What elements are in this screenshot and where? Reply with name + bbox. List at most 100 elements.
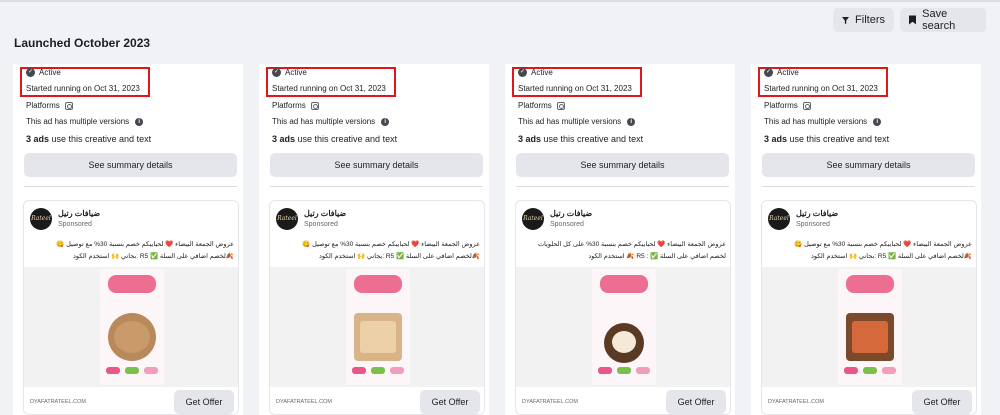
advertiser-avatar[interactable]: Rateel [30,208,52,230]
save-search-button[interactable]: Save search [900,8,986,32]
instagram-icon [802,101,811,110]
poster-badge [863,367,877,374]
see-summary-button[interactable]: See summary details [24,153,237,177]
ads-count: 3 ads [518,134,542,144]
ad-body-text: عروض الجمعة البيضاء ❤️ لحبايبكم خصم بنسب… [522,239,726,263]
food-image-detail [852,321,888,353]
see-summary-button[interactable]: See summary details [762,153,975,177]
platforms-label: Platforms [764,101,798,110]
platforms-row: Platforms [518,101,565,110]
ad-image[interactable] [24,267,238,387]
ad-text-line: عروض الجمعة البيضاء ❤️ لحبايبكم خصم بنسب… [56,241,234,248]
ad-preview[interactable]: Rateel ضيافات رتيل Sponsored عروض الجمعة… [515,200,731,415]
multiple-versions-text: This ad has multiple versions [518,117,622,126]
info-icon[interactable]: i [873,117,882,126]
ad-domain: DYAFATRATEEL.COM [768,399,824,405]
ads-count: 3 ads [26,134,50,144]
poster-image [592,269,656,385]
ad-text-line: 🍂لخصم اضافي على السلة ✅ R5 :بجاني 🙌 استخ… [319,253,480,260]
ad-body-text: عروض الجمعة البيضاء ❤️ لحبايبكم خصم بنسب… [768,239,972,263]
get-offer-button[interactable]: Get Offer [666,390,726,414]
ad-card: ✓ Active Started running on Oct 31, 2023… [259,64,489,415]
save-search-label: Save search [922,8,956,32]
ad-card: ✓ Active Started running on Oct 31, 2023… [505,64,735,415]
top-divider [0,0,1000,2]
get-offer-button[interactable]: Get Offer [174,390,234,414]
status-label: Active [39,68,61,77]
see-summary-button[interactable]: See summary details [270,153,483,177]
poster-badge [390,367,404,374]
advertiser-avatar[interactable]: Rateel [768,208,790,230]
advertiser-name[interactable]: ضيافات رتيل [796,209,838,218]
see-summary-button[interactable]: See summary details [516,153,729,177]
ads-count: 3 ads [272,134,296,144]
ads-count-text: 3 ads use this creative and text [518,134,643,144]
instagram-icon [64,101,73,110]
poster-badge [125,367,139,374]
status-label: Active [777,68,799,77]
ads-suffix: use this creative and text [295,134,398,144]
advertiser-name[interactable]: ضيافات رتيل [550,209,592,218]
poster-badge [371,367,385,374]
ad-text-line: 🍂لخصم اضافي على السلة ✅ R5 :بجاني 🙌 استخ… [811,253,972,260]
poster-badge [617,367,631,374]
poster-badge [106,367,120,374]
poster-heading-shape [846,275,894,293]
ad-text-line: عروض الجمعة البيضاء ❤️ لحبايبكم خصم بنسب… [302,241,480,248]
instagram-icon [310,101,319,110]
food-image-detail [114,321,150,353]
get-offer-button[interactable]: Get Offer [420,390,480,414]
sponsored-label: Sponsored [58,221,92,228]
ads-count-text: 3 ads use this creative and text [272,134,397,144]
poster-image [100,269,164,385]
get-offer-button[interactable]: Get Offer [912,390,972,414]
multiple-versions-row: This ad has multiple versions i [26,117,144,126]
sponsored-label: Sponsored [304,221,338,228]
advertiser-avatar[interactable]: Rateel [276,208,298,230]
filter-icon [842,16,850,24]
started-running-text: Started running on Oct 31, 2023 [518,84,632,93]
ads-suffix: use this creative and text [49,134,152,144]
ads-count-text: 3 ads use this creative and text [26,134,151,144]
ad-image[interactable] [270,267,484,387]
ad-preview[interactable]: Rateel ضيافات رتيل Sponsored عروض الجمعة… [761,200,977,415]
ad-preview[interactable]: Rateel ضيافات رتيل Sponsored عروض الجمعة… [23,200,239,415]
ad-domain: DYAFATRATEEL.COM [30,399,86,405]
status-label: Active [285,68,307,77]
food-image-detail [612,331,636,353]
check-circle-icon: ✓ [518,68,527,77]
started-running-text: Started running on Oct 31, 2023 [26,84,140,93]
divider [762,186,975,187]
platforms-row: Platforms [764,101,811,110]
divider [24,186,237,187]
filters-button[interactable]: Filters [833,8,894,32]
info-icon[interactable]: i [381,117,390,126]
poster-image [346,269,410,385]
multiple-versions-row: This ad has multiple versions i [272,117,390,126]
started-running-text: Started running on Oct 31, 2023 [272,84,386,93]
status-row: ✓ Active [764,68,799,77]
info-icon[interactable]: i [627,117,636,126]
ad-text-line: 🍂لخصم اضافي على السلة ✅ R5 :بجاني 🙌 استخ… [73,253,234,260]
divider [270,186,483,187]
poster-badge [352,367,366,374]
ads-suffix: use this creative and text [541,134,644,144]
ad-image[interactable] [762,267,976,387]
check-circle-icon: ✓ [272,68,281,77]
status-row: ✓ Active [518,68,553,77]
ad-image[interactable] [516,267,730,387]
advertiser-name[interactable]: ضيافات رتيل [304,209,346,218]
advertiser-avatar[interactable]: Rateel [522,208,544,230]
ad-text-line: عروض الجمعة البيضاء ❤️ لحبايبكم خصم بنسب… [794,241,972,248]
ad-body-text: عروض الجمعة البيضاء ❤️ لحبايبكم خصم بنسب… [30,239,234,263]
info-icon[interactable]: i [135,117,144,126]
food-image-detail [360,321,396,353]
poster-badge [144,367,158,374]
section-title: Launched October 2023 [14,36,151,50]
advertiser-name[interactable]: ضيافات رتيل [58,209,100,218]
ad-preview[interactable]: Rateel ضيافات رتيل Sponsored عروض الجمعة… [269,200,485,415]
started-running-text: Started running on Oct 31, 2023 [764,84,878,93]
top-bar: Filters Save search Launched October 202… [0,0,1000,64]
ad-footer: DYAFATRATEEL.COM Get Offer [762,387,976,414]
check-circle-icon: ✓ [26,68,35,77]
